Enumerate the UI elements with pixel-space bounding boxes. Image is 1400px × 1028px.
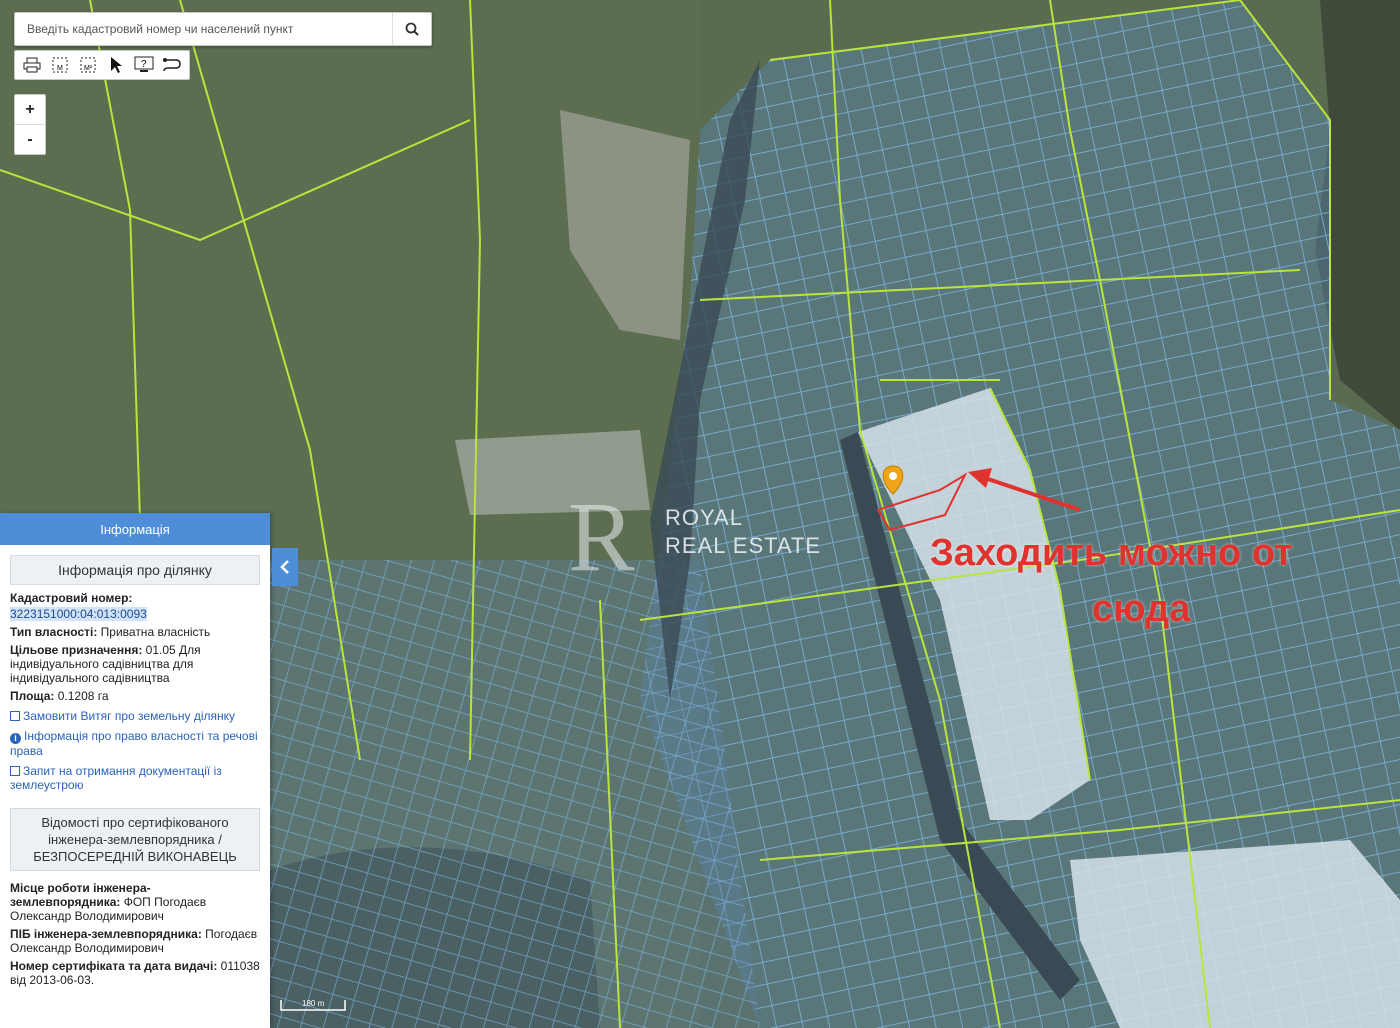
svg-text:M²: M² xyxy=(84,65,93,72)
zoom-out-button[interactable]: - xyxy=(15,125,45,154)
scale-label: 180 m xyxy=(302,999,325,1008)
info-icon[interactable]: ? xyxy=(132,53,156,77)
annotation-line2: сюда xyxy=(1092,588,1191,630)
search-bar[interactable] xyxy=(14,12,432,46)
ownership-row: Тип власності: Приватна власність xyxy=(10,625,211,639)
order-extract-link[interactable]: Замовити Витяг про земельну ділянку xyxy=(10,709,260,723)
scale-bar: 180 m xyxy=(280,998,346,1012)
purpose-row: Цільове призначення: 01.05 Для індивідуа… xyxy=(10,643,201,685)
watermark-text: ROYAL REAL ESTATE xyxy=(665,505,822,558)
ownership-info-link[interactable]: i Інформація про право власності та речов… xyxy=(10,729,260,758)
engineer-info-title: Відомості про сертифікованого інженера-з… xyxy=(10,808,260,871)
documentation-request-link[interactable]: Запит на отримання документації із земле… xyxy=(10,764,260,792)
search-input[interactable] xyxy=(15,13,392,45)
collapse-panel-button[interactable] xyxy=(272,548,298,586)
panel-header: Інформація xyxy=(0,513,270,545)
map-toolbar: M M² ? xyxy=(14,50,190,80)
measure-length-icon[interactable]: M xyxy=(48,53,72,77)
cadastral-row: Кадастровий номер: xyxy=(10,591,133,605)
print-icon[interactable] xyxy=(20,53,44,77)
measure-area-icon[interactable]: M² xyxy=(76,53,100,77)
annotation-line1: Заходить можно от xyxy=(930,532,1293,574)
certificate-row: Номер сертифіката та дата видачі: 011038… xyxy=(10,959,260,987)
svg-text:?: ? xyxy=(141,59,147,70)
route-icon[interactable] xyxy=(160,53,184,77)
area-row: Площа: 0.1208 га xyxy=(10,689,109,703)
info-panel: Інформація Інформація про ділянку Кадаст… xyxy=(0,513,270,1028)
document-icon xyxy=(10,711,20,721)
search-icon xyxy=(405,22,419,36)
pointer-icon[interactable] xyxy=(104,53,128,77)
svg-text:M: M xyxy=(57,65,63,72)
engineer-name-row: ПІБ інженера-землевпорядника: Погодаєв О… xyxy=(10,927,258,955)
zoom-in-button[interactable]: + xyxy=(15,95,45,125)
chevron-left-icon xyxy=(280,560,289,574)
search-button[interactable] xyxy=(392,13,431,45)
parcel-info-title: Інформація про ділянку xyxy=(10,555,260,585)
workplace-row: Місце роботи інженера-землевпорядника: Ф… xyxy=(10,881,207,923)
document-icon xyxy=(10,766,20,776)
cadastral-number[interactable]: 3223151000:04:013:0093 xyxy=(10,607,147,621)
zoom-control: + - xyxy=(14,94,46,155)
watermark-logo: R xyxy=(568,481,635,592)
info-circle-icon: i xyxy=(10,733,21,744)
